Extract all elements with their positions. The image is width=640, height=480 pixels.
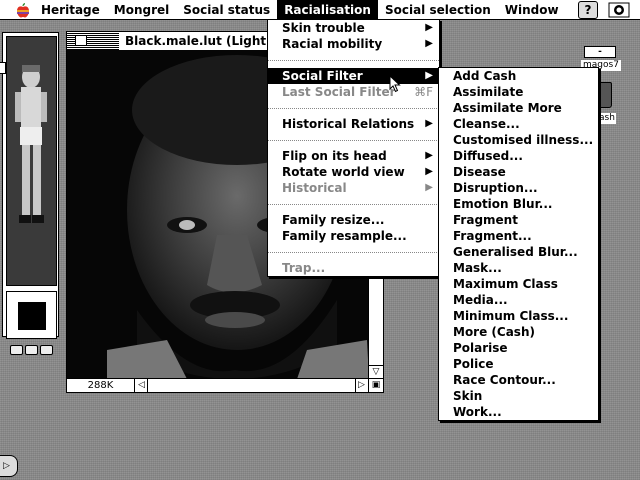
filter-item-fragment-dialog[interactable]: Fragment... xyxy=(439,228,598,244)
menu-separator xyxy=(268,244,439,260)
standard-mode-icon[interactable] xyxy=(10,345,23,355)
filter-item-more-cash[interactable]: More (Cash) xyxy=(439,324,598,340)
menu-item-historical-relations[interactable]: Historical Relations ▶ xyxy=(268,116,439,132)
menu-bar: Heritage Mongrel Social status Racialisa… xyxy=(0,0,640,20)
fullscreen-mode-icon[interactable] xyxy=(40,345,53,355)
scroll-left-arrow-icon[interactable]: ◁ xyxy=(136,379,148,392)
filter-item-disruption[interactable]: Disruption... xyxy=(439,180,598,196)
shortcut-label: ⌘F xyxy=(414,85,433,99)
menu-item-label: Family resample... xyxy=(282,229,407,243)
screen-mode-buttons xyxy=(6,345,57,363)
menu-racialisation[interactable]: Racialisation xyxy=(277,0,378,20)
window-title: Black.male.lut (Lightr xyxy=(119,32,279,50)
memory-readout: 288K xyxy=(67,379,135,392)
menu-separator xyxy=(268,132,439,148)
menu-item-label: Trap... xyxy=(282,261,326,275)
menu-item-label: Historical Relations xyxy=(282,117,415,131)
menu-item-social-filter[interactable]: Social Filter ▶ xyxy=(268,68,439,84)
filter-item-generalised-blur[interactable]: Generalised Blur... xyxy=(439,244,598,260)
filter-item-assimilate[interactable]: Assimilate xyxy=(439,84,598,100)
menu-separator xyxy=(268,196,439,212)
mouse-pointer-icon xyxy=(389,75,401,93)
menu-item-label: Skin trouble xyxy=(282,21,365,35)
disk-icon-label[interactable]: - xyxy=(584,46,616,58)
menu-item-skin-trouble[interactable]: Skin trouble ▶ xyxy=(268,20,439,36)
filter-item-emotion-blur[interactable]: Emotion Blur... xyxy=(439,196,598,212)
color-swatch[interactable] xyxy=(6,291,57,339)
menu-item-label: Social Filter xyxy=(282,69,363,83)
submenu-arrow-icon: ▶ xyxy=(425,22,433,33)
filter-item-police[interactable]: Police xyxy=(439,356,598,372)
foreground-color[interactable] xyxy=(18,302,46,330)
filter-item-diffused[interactable]: Diffused... xyxy=(439,148,598,164)
filter-item-cleanse[interactable]: Cleanse... xyxy=(439,116,598,132)
menu-item-label: Flip on its head xyxy=(282,149,387,163)
desktop-edge-tab[interactable] xyxy=(0,62,6,74)
menu-item-historical[interactable]: Historical ▶ xyxy=(268,180,439,196)
menu-item-last-social-filter[interactable]: Last Social Filter ⌘F xyxy=(268,84,439,100)
filter-item-disease[interactable]: Disease xyxy=(439,164,598,180)
menu-item-family-resize[interactable]: Family resize... xyxy=(268,212,439,228)
submenu-arrow-icon: ▶ xyxy=(425,118,433,129)
tool-palette xyxy=(2,32,59,355)
menu-item-flip-on-its-head[interactable]: Flip on its head ▶ xyxy=(268,148,439,164)
menu-social-status[interactable]: Social status xyxy=(176,0,277,20)
scroll-right-arrow-icon[interactable]: ▷ xyxy=(355,379,367,392)
submenu-arrow-icon: ▶ xyxy=(425,182,433,193)
submenu-arrow-icon: ▶ xyxy=(425,150,433,161)
menu-item-label: Historical xyxy=(282,181,347,195)
help-icon[interactable]: ? xyxy=(578,1,598,19)
menu-item-label: Family resize... xyxy=(282,213,385,227)
grow-box-icon[interactable]: ▣ xyxy=(368,379,383,392)
filter-item-mask[interactable]: Mask... xyxy=(439,260,598,276)
filter-item-add-cash[interactable]: Add Cash xyxy=(439,68,598,84)
menu-separator xyxy=(268,52,439,68)
filter-item-polarise[interactable]: Polarise xyxy=(439,340,598,356)
filter-item-minimum-class[interactable]: Minimum Class... xyxy=(439,308,598,324)
submenu-arrow-icon: ▶ xyxy=(425,70,433,81)
filter-item-customised-illness[interactable]: Customised illness... xyxy=(439,132,598,148)
drawer-tab-icon[interactable]: ▷ xyxy=(0,455,18,477)
menu-separator xyxy=(268,100,439,116)
racialisation-menu: Skin trouble ▶ Racial mobility ▶ Social Fi… xyxy=(267,19,440,277)
menu-heritage[interactable]: Heritage xyxy=(34,0,107,20)
menu-item-trap[interactable]: Trap... xyxy=(268,260,439,276)
menubar-mode-icon[interactable] xyxy=(25,345,38,355)
close-box-icon[interactable] xyxy=(75,35,87,46)
menu-item-rotate-world-view[interactable]: Rotate world view ▶ xyxy=(268,164,439,180)
application-menu-icon[interactable] xyxy=(606,1,632,19)
horizontal-scrollbar[interactable]: 288K ◁ ▷ ▣ xyxy=(67,378,383,392)
submenu-arrow-icon: ▶ xyxy=(425,38,433,49)
trash-label[interactable]: ash xyxy=(598,113,616,124)
menu-item-family-resample[interactable]: Family resample... xyxy=(268,228,439,244)
social-filter-submenu: Add Cash Assimilate Assimilate More Clea… xyxy=(438,67,599,421)
menu-item-label: Racial mobility xyxy=(282,37,383,51)
menu-item-label: Rotate world view xyxy=(282,165,405,179)
menu-item-label: Last Social Filter xyxy=(282,85,396,99)
child-figure-image xyxy=(7,37,56,285)
filter-item-media[interactable]: Media... xyxy=(439,292,598,308)
apple-menu-icon[interactable] xyxy=(12,0,34,20)
filter-item-maximum-class[interactable]: Maximum Class xyxy=(439,276,598,292)
submenu-arrow-icon: ▶ xyxy=(425,166,433,177)
filter-item-assimilate-more[interactable]: Assimilate More xyxy=(439,100,598,116)
menu-mongrel[interactable]: Mongrel xyxy=(107,0,177,20)
scroll-down-arrow-icon[interactable]: ▽ xyxy=(369,365,383,379)
help-label: ? xyxy=(584,3,592,17)
palette-thumbnail-strip[interactable] xyxy=(6,36,57,286)
filter-item-work[interactable]: Work... xyxy=(439,404,598,420)
filter-item-fragment[interactable]: Fragment xyxy=(439,212,598,228)
filter-item-skin[interactable]: Skin xyxy=(439,388,598,404)
menu-item-racial-mobility[interactable]: Racial mobility ▶ xyxy=(268,36,439,52)
menu-social-selection[interactable]: Social selection xyxy=(378,0,498,20)
menu-window[interactable]: Window xyxy=(498,0,566,20)
filter-item-race-contour[interactable]: Race Contour... xyxy=(439,372,598,388)
